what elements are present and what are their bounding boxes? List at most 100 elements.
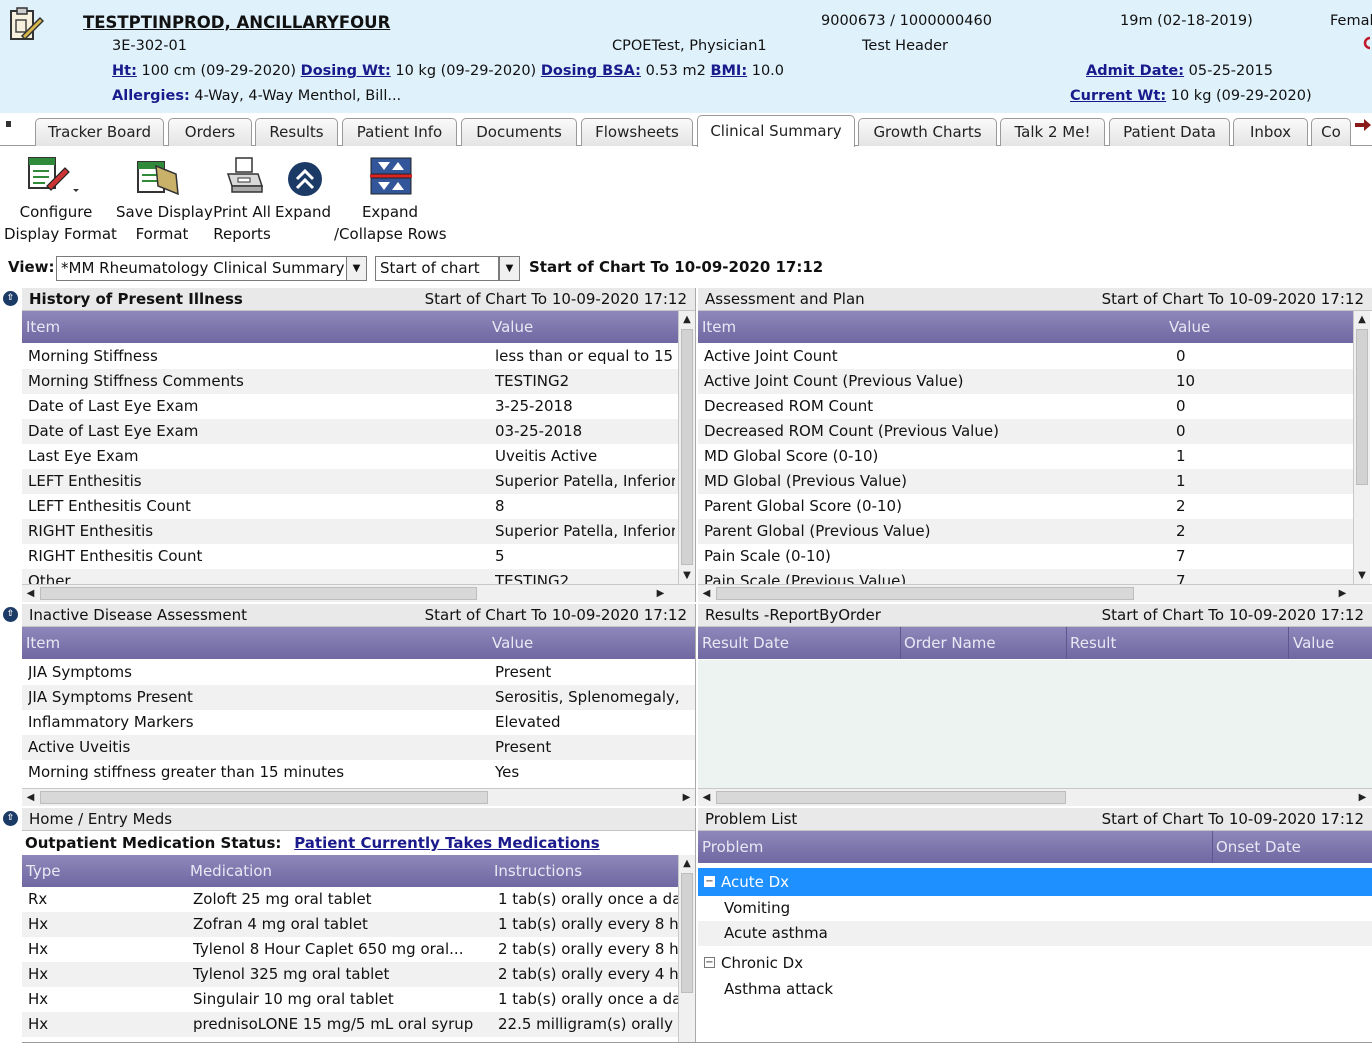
scroll-thumb[interactable]: [681, 873, 693, 993]
scroll-right-icon[interactable]: ▶: [1334, 585, 1351, 602]
tab-orders[interactable]: Orders: [168, 118, 252, 146]
scroll-right-icon[interactable]: ▶: [652, 585, 669, 602]
table-row[interactable]: Last Eye Exam Uveitis Active: [22, 444, 678, 469]
tab-talk-2-me[interactable]: Talk 2 Me!: [1000, 118, 1105, 146]
expand-button[interactable]: Expand: [274, 201, 332, 223]
table-row[interactable]: Hx prednisoLONE 15 mg/5 mL oral syrup 22.5…: [22, 1012, 678, 1037]
table-row[interactable]: MD Global (Previous Value) 1: [698, 469, 1355, 494]
dosing-wt-link[interactable]: Dosing Wt:: [301, 63, 391, 79]
scroll-down-icon[interactable]: ▼: [679, 567, 695, 584]
table-row[interactable]: Other TESTING2: [22, 569, 678, 584]
date-filter-select[interactable]: Start of chart: [375, 256, 499, 281]
assessment-vertical-scrollbar[interactable]: ▲ ▼: [1353, 311, 1370, 584]
table-row[interactable]: Rx Zoloft 25 mg oral tablet 1 tab(s) orall…: [22, 887, 678, 912]
table-row[interactable]: Date of Last Eye Exam 03-25-2018: [22, 419, 678, 444]
scroll-left-icon[interactable]: ◀: [22, 789, 39, 806]
results-horizontal-scrollbar[interactable]: ◀ ▶: [698, 788, 1372, 806]
scroll-left-icon[interactable]: ◀: [698, 585, 715, 602]
table-row[interactable]: RIGHT Enthesitis Superior Patella, Inferi…: [22, 519, 678, 544]
patient-name[interactable]: TESTPTINPROD, ANCILLARYFOUR: [83, 13, 390, 32]
collapse-toggle-icon[interactable]: ⇧: [3, 607, 18, 622]
collapse-toggle-icon[interactable]: ⇧: [3, 811, 18, 826]
assessment-col-value[interactable]: Value: [1169, 311, 1210, 343]
table-row[interactable]: Date of Last Eye Exam 3-25-2018: [22, 394, 678, 419]
scroll-left-icon[interactable]: ◀: [698, 789, 715, 806]
collapse-toggle-icon[interactable]: ⇧: [3, 291, 18, 306]
tab-patient-data[interactable]: Patient Data: [1109, 118, 1230, 146]
inactive-horizontal-scrollbar[interactable]: ◀ ▶: [22, 788, 695, 806]
problem-col-problem[interactable]: Problem: [702, 831, 763, 863]
hpi-col-value[interactable]: Value: [492, 311, 533, 343]
problem-row[interactable]: Vomiting: [698, 896, 1372, 921]
table-row[interactable]: LEFT Enthesitis Count 8: [22, 494, 678, 519]
table-row[interactable]: Hx Zofran 4 mg oral tablet 1 tab(s) orally…: [22, 912, 678, 937]
print-all-reports-button[interactable]: Print All Reports: [211, 201, 273, 245]
scroll-thumb[interactable]: [681, 329, 693, 565]
save-display-icon[interactable]: [134, 156, 182, 196]
results-col-date[interactable]: Result Date: [702, 627, 789, 659]
view-select-chevron-down-icon[interactable]: ▼: [346, 256, 367, 281]
bmi-link[interactable]: BMI:: [710, 63, 747, 79]
tab-co[interactable]: Co: [1311, 118, 1351, 146]
table-row[interactable]: Hx Tylenol 325 mg oral tablet 2 tab(s) ora…: [22, 962, 678, 987]
results-col-value[interactable]: Value: [1293, 627, 1334, 659]
problem-row[interactable]: Asthma attack: [698, 977, 1372, 1002]
table-row[interactable]: Inflammatory Markers Elevated: [22, 710, 695, 735]
table-row[interactable]: LEFT Enthesitis Superior Patella, Inferio…: [22, 469, 678, 494]
scroll-right-icon[interactable]: ▶: [1354, 789, 1371, 806]
expand-icon[interactable]: [286, 160, 324, 198]
view-select[interactable]: *MM Rheumatology Clinical Summary: [56, 256, 348, 281]
expand-collapse-rows-icon[interactable]: [370, 157, 412, 195]
meds-vertical-scrollbar[interactable]: ▲: [678, 855, 695, 1042]
assessment-col-item[interactable]: Item: [702, 311, 736, 343]
admit-date-link[interactable]: Admit Date:: [1086, 63, 1184, 79]
table-row[interactable]: Pain Scale (Previous Value) 7: [698, 569, 1355, 584]
ht-link[interactable]: Ht:: [112, 63, 137, 79]
tab-clinical-summary[interactable]: Clinical Summary: [697, 115, 855, 147]
problem-group-row[interactable]: − Acute Dx: [698, 868, 1372, 896]
assessment-horizontal-scrollbar[interactable]: ◀ ▶: [698, 584, 1372, 602]
scroll-up-icon[interactable]: ▲: [679, 855, 695, 872]
current-wt-link[interactable]: Current Wt:: [1070, 88, 1166, 104]
expand-collapse-rows-button[interactable]: Expand /Collapse Rows: [334, 201, 447, 245]
scroll-thumb[interactable]: [40, 791, 488, 804]
meds-col-instructions[interactable]: Instructions: [494, 855, 582, 887]
table-row[interactable]: Morning Stiffness Comments TESTING2: [22, 369, 678, 394]
hpi-horizontal-scrollbar[interactable]: ◀ ▶: [22, 584, 695, 602]
tab-tracker-board[interactable]: Tracker Board: [35, 118, 164, 146]
inactive-col-item[interactable]: Item: [26, 627, 60, 659]
tree-collapse-icon[interactable]: −: [704, 957, 715, 968]
scroll-thumb[interactable]: [716, 791, 1066, 804]
problem-group-row[interactable]: − Chronic Dx: [698, 949, 1372, 977]
table-row[interactable]: Hx Tylenol 8 Hour Caplet 650 mg oral... 2 …: [22, 937, 678, 962]
allergies-value[interactable]: 4-Way, 4-Way Menthol, Bill...: [194, 88, 401, 104]
table-row[interactable]: Parent Global (Previous Value) 2: [698, 519, 1355, 544]
scroll-right-icon[interactable]: ▶: [678, 789, 695, 806]
tree-collapse-icon[interactable]: −: [704, 876, 715, 887]
table-row[interactable]: Decreased ROM Count 0: [698, 394, 1355, 419]
configure-icon[interactable]: [27, 156, 81, 194]
save-display-format-button[interactable]: Save Display Format: [116, 201, 213, 245]
table-row[interactable]: Active Joint Count (Previous Value) 10: [698, 369, 1355, 394]
table-row[interactable]: Active Uveitis Present: [22, 735, 695, 760]
tab-documents[interactable]: Documents: [461, 118, 577, 146]
table-row[interactable]: Hx Singulair 10 mg oral tablet 1 tab(s) or…: [22, 987, 678, 1012]
table-row[interactable]: Pain Scale (0-10) 7: [698, 544, 1355, 569]
table-row[interactable]: Morning stiffness greater than 15 minute…: [22, 760, 695, 785]
scroll-thumb[interactable]: [40, 587, 477, 600]
tab-results[interactable]: Results: [255, 118, 338, 146]
problem-row[interactable]: Acute asthma: [698, 921, 1372, 946]
table-row[interactable]: RIGHT Enthesitis Count 5: [22, 544, 678, 569]
table-row[interactable]: JIA Symptoms Present Serositis, Splenomeg…: [22, 685, 695, 710]
meds-col-type[interactable]: Type: [26, 855, 60, 887]
tab-inbox[interactable]: Inbox: [1233, 118, 1308, 146]
tab-flowsheets[interactable]: Flowsheets: [581, 118, 693, 146]
meds-col-medication[interactable]: Medication: [190, 855, 272, 887]
problem-col-onset[interactable]: Onset Date: [1216, 831, 1301, 863]
scroll-thumb[interactable]: [716, 587, 1134, 600]
meds-status-link[interactable]: Patient Currently Takes Medications: [294, 834, 599, 852]
tab-growth-charts[interactable]: Growth Charts: [858, 118, 997, 146]
results-col-result[interactable]: Result: [1070, 627, 1116, 659]
scroll-left-icon[interactable]: ◀: [22, 585, 39, 602]
scroll-up-icon[interactable]: ▲: [679, 311, 695, 328]
